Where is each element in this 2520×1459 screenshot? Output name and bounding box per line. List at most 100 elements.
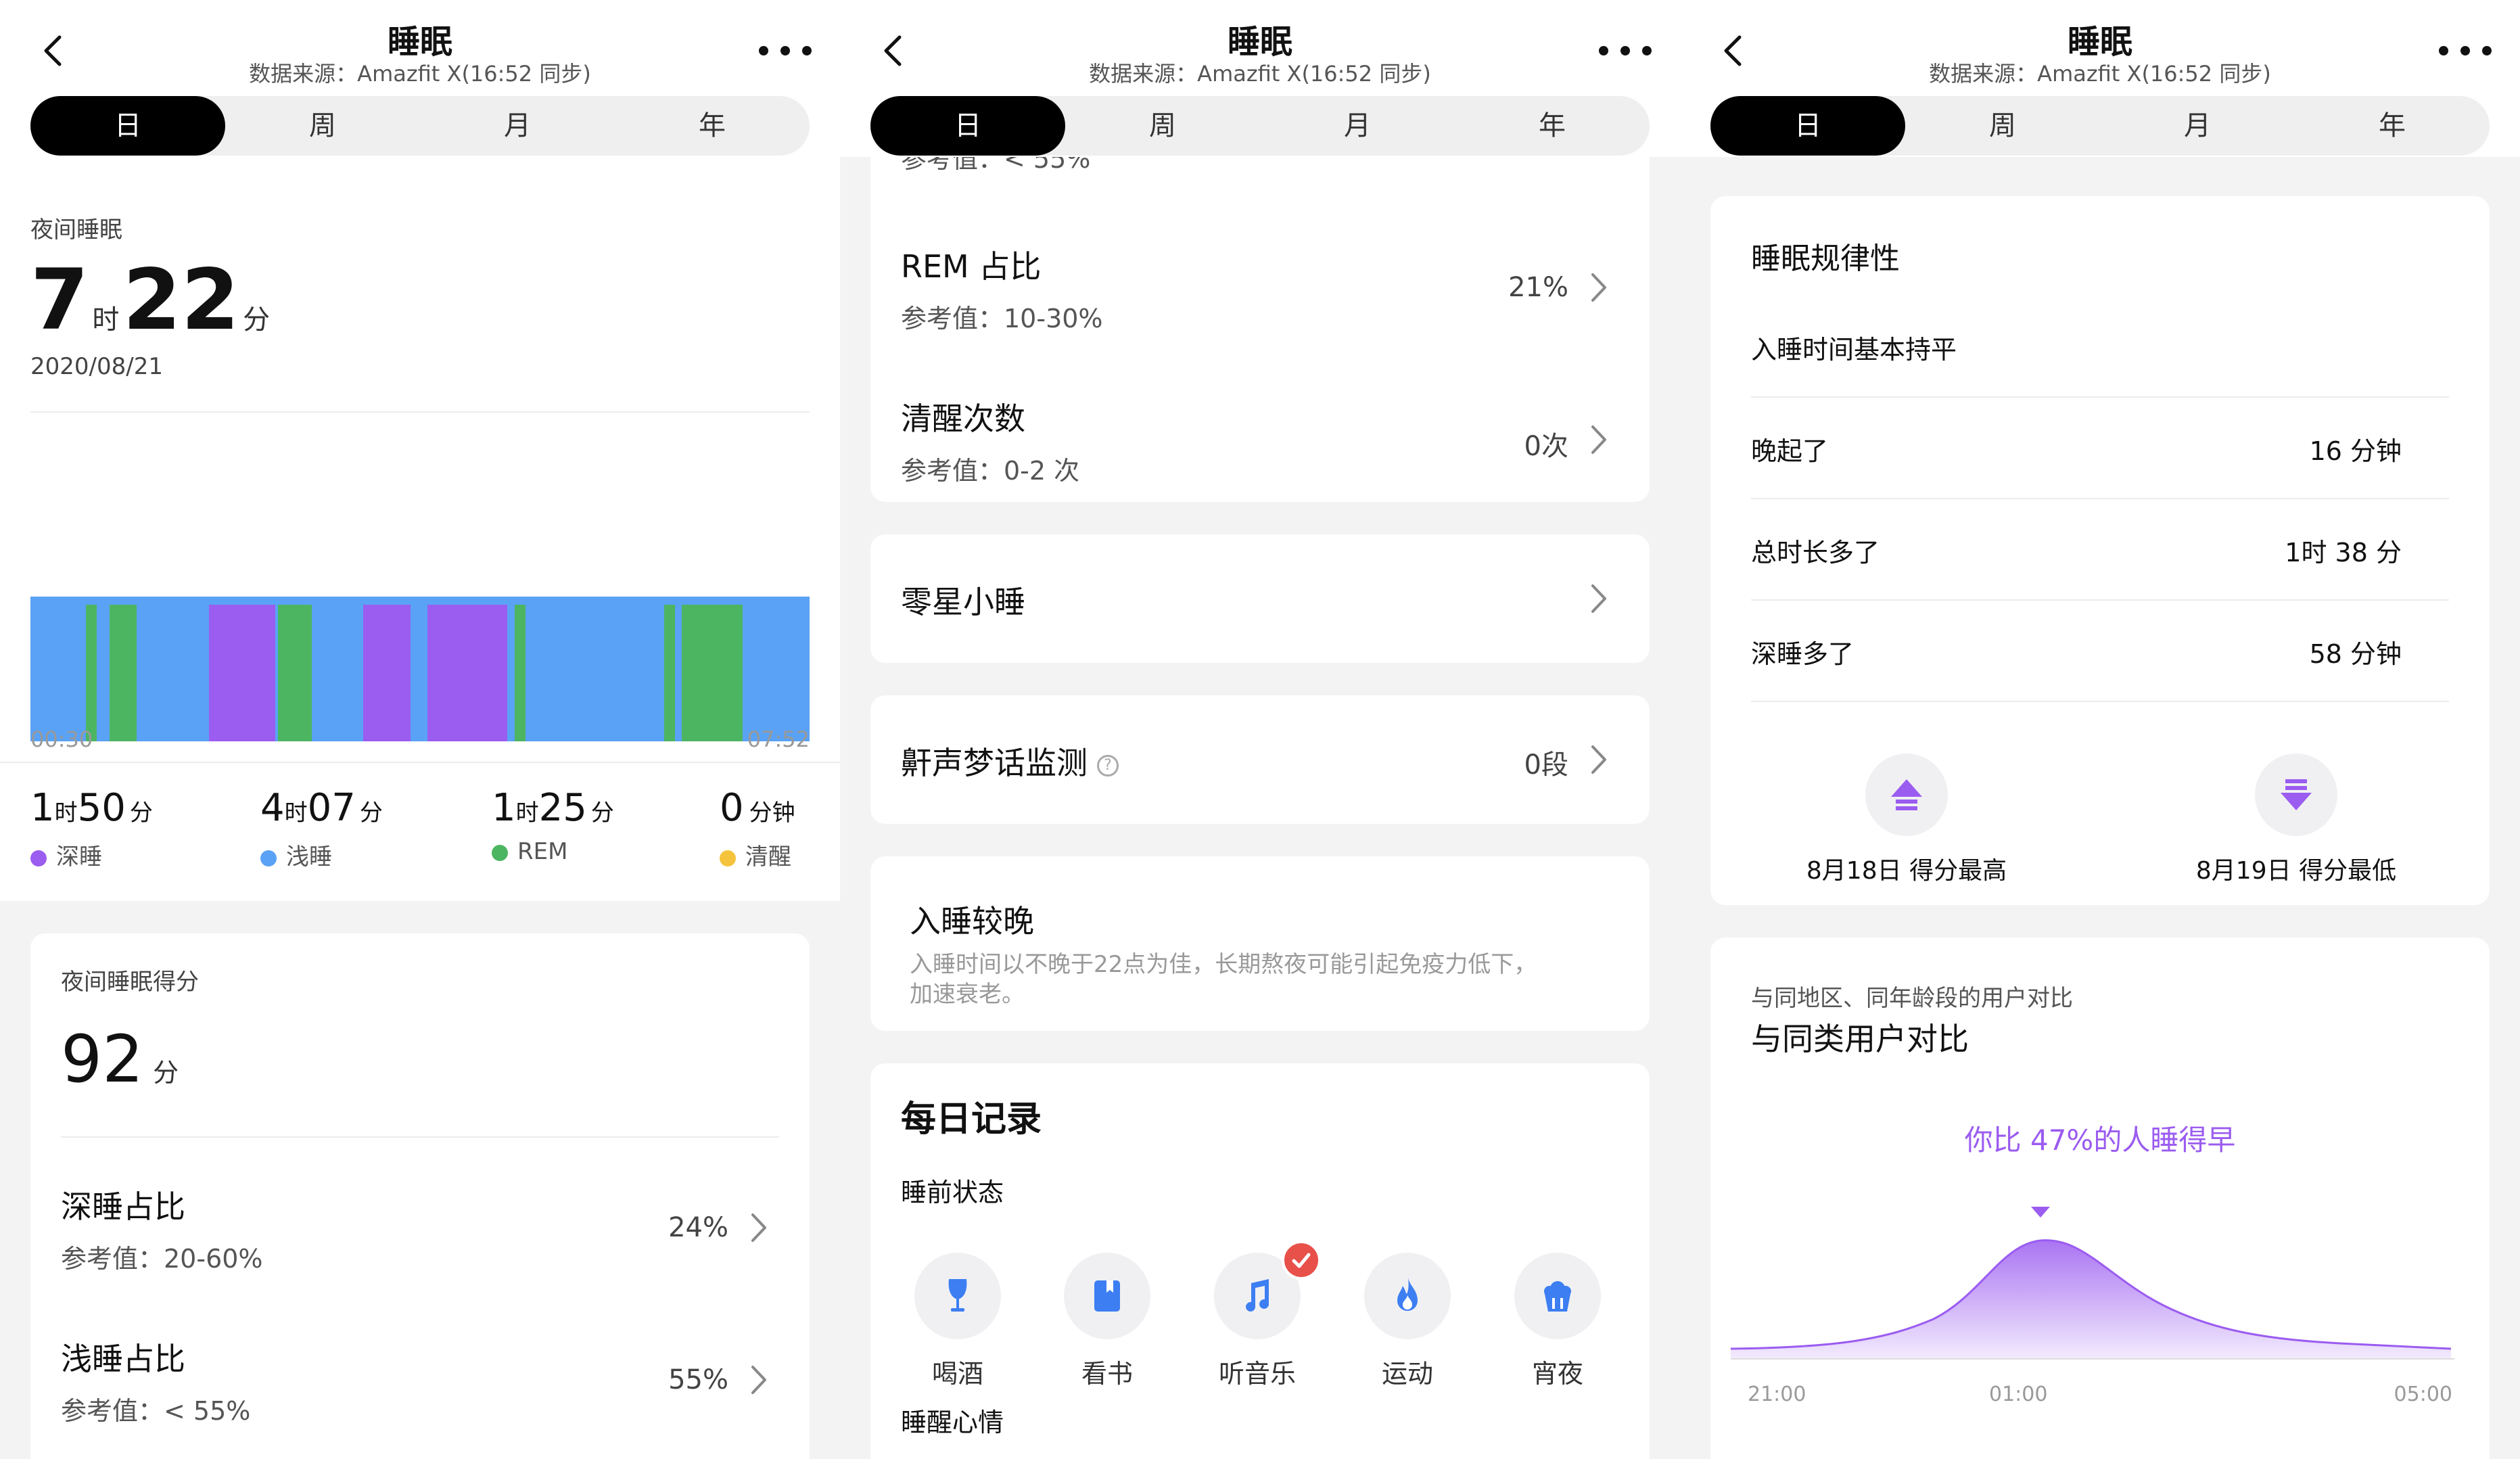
tab-week[interactable]: 周 xyxy=(1905,96,2100,156)
nap-card[interactable]: 零星小睡 xyxy=(870,534,1650,663)
stage-awake: 0 分钟 清醒 xyxy=(720,786,795,871)
chevron-right-icon xyxy=(1589,272,1609,303)
deep-sleep-bar xyxy=(209,605,275,741)
top-nav: 睡眠 数据来源：Amazfit X(16:52 同步) 日 周 月 年 xyxy=(1680,0,2520,157)
rem-bar xyxy=(515,605,526,741)
hours-unit: 时 xyxy=(92,304,120,335)
wine-icon[interactable] xyxy=(914,1253,1001,1339)
tab-month[interactable]: 月 xyxy=(1260,96,1455,156)
top-nav: 睡眠 数据来源：Amazfit X(16:52 同步) 日 周 月 年 xyxy=(0,0,840,157)
row-value: 1时 38 分 xyxy=(2285,538,2402,568)
data-source: 数据来源：Amazfit X(16:52 同步) xyxy=(1929,61,2271,87)
row-value: 24% xyxy=(668,1212,728,1243)
divider xyxy=(0,762,840,763)
awake-count-row[interactable]: 清醒次数 参考值：0-2 次 0次 xyxy=(870,369,1650,504)
best-score-label: 8月18日 得分最高 xyxy=(1806,857,2007,885)
tab-year[interactable]: 年 xyxy=(2295,96,2490,156)
more-icon[interactable] xyxy=(1599,41,1652,61)
tab-week[interactable]: 周 xyxy=(225,96,420,156)
more-icon[interactable] xyxy=(759,41,812,61)
food-icon[interactable] xyxy=(1514,1253,1601,1339)
more-icon[interactable] xyxy=(2439,41,2492,61)
chevron-right-icon xyxy=(1589,744,1609,775)
book-icon[interactable] xyxy=(1064,1253,1150,1339)
tip-desc-line2: 加速衰老。 xyxy=(910,981,1025,1008)
sleep-stage-chart xyxy=(30,597,810,741)
sleep-day-panel-regularity: 睡眠 数据来源：Amazfit X(16:52 同步) 日 周 月 年 睡眠规律… xyxy=(1680,0,2520,1459)
stage-minutes-unit: 分 xyxy=(359,800,383,827)
chevron-right-icon xyxy=(749,1364,769,1395)
deep-ratio-row[interactable]: 深睡占比 参考值：20-60% 24% xyxy=(30,1157,810,1292)
rem-bar xyxy=(664,605,675,741)
chevron-right-icon xyxy=(1589,424,1609,455)
distribution-curve-chart xyxy=(1731,1207,2454,1360)
compare-subtitle: 与同地区、同年龄段的用户对比 xyxy=(1751,985,2073,1012)
record-label: 听音乐 xyxy=(1218,1359,1296,1389)
selected-check-icon xyxy=(1282,1241,1321,1280)
axis-tick: 21:00 xyxy=(1748,1383,1806,1406)
tab-week[interactable]: 周 xyxy=(1065,96,1260,156)
chart-start-time: 00:30 xyxy=(30,726,93,752)
rem-bar xyxy=(86,605,97,741)
snore-card[interactable]: 鼾声梦话监测? 0段 xyxy=(870,695,1650,824)
sleep-date: 2020/08/21 xyxy=(30,353,163,380)
page-title: 睡眠 xyxy=(387,23,452,61)
tab-month[interactable]: 月 xyxy=(420,96,615,156)
score-unit: 分 xyxy=(153,1058,179,1088)
position-marker xyxy=(2031,1207,2050,1218)
data-source: 数据来源：Amazfit X(16:52 同步) xyxy=(1089,61,1431,87)
arrow-up-icon xyxy=(1865,754,1948,836)
chevron-right-icon xyxy=(749,1212,769,1243)
flame-icon[interactable] xyxy=(1364,1253,1451,1339)
chevron-right-icon xyxy=(1589,583,1609,614)
rem-bar xyxy=(682,605,743,741)
tab-day[interactable]: 日 xyxy=(30,96,225,156)
axis-tick: 05:00 xyxy=(2394,1383,2452,1406)
stage-hours: 4 xyxy=(260,786,285,830)
rem-ratio-row[interactable]: REM 占比 参考值：10-30% 21% xyxy=(870,216,1650,352)
daily-title: 每日记录 xyxy=(901,1099,1042,1140)
record-label: 宵夜 xyxy=(1531,1359,1583,1389)
tab-year[interactable]: 年 xyxy=(1455,96,1650,156)
period-tabs: 日 周 月 年 xyxy=(1710,96,2490,156)
row-reference: 参考值：10-30% xyxy=(901,304,1103,333)
row-title: REM 占比 xyxy=(901,248,1042,285)
divider xyxy=(1751,498,2449,499)
row-value: 0次 xyxy=(1524,431,1568,462)
nap-title: 零星小睡 xyxy=(901,584,1025,620)
deep-sleep-bar xyxy=(427,605,507,741)
pre-sleep-label: 睡前状态 xyxy=(901,1178,1004,1207)
stage-minutes: 25 xyxy=(538,786,587,830)
distribution-area xyxy=(1731,1240,2451,1360)
score-label: 夜间睡眠得分 xyxy=(61,969,199,996)
row-label: 深睡多了 xyxy=(1751,639,1854,669)
late-sleep-tip-card: 入睡较晚 入睡时间以不晚于22点为佳，长期熬夜可能引起免疫力低下， 加速衰老。 xyxy=(870,856,1650,1031)
snore-title: 鼾声梦话监测? xyxy=(901,739,1119,783)
snore-value: 0段 xyxy=(1524,749,1568,781)
compare-title: 与同类用户对比 xyxy=(1751,1021,1969,1057)
tab-month[interactable]: 月 xyxy=(2100,96,2295,156)
peer-comparison-card: 与同地区、同年龄段的用户对比 与同类用户对比 你比 47%的人睡得早 21:00… xyxy=(1710,937,2490,1459)
minutes-unit: 分 xyxy=(243,304,271,335)
regularity-title: 睡眠规律性 xyxy=(1751,241,1900,276)
arrow-down-icon xyxy=(2255,754,2337,836)
stage-hours: 1 xyxy=(492,786,516,830)
light-ratio-row[interactable]: 浅睡占比 参考值：< 55% 55% xyxy=(30,1309,810,1444)
divider xyxy=(1751,396,2449,398)
row-label: 晚起了 xyxy=(1751,436,1829,466)
duration-minutes: 22 xyxy=(122,252,240,349)
sleep-day-panel-details: 睡眠 数据来源：Amazfit X(16:52 同步) 日 周 月 年 参考值：… xyxy=(840,0,1680,1459)
sleep-summary-card: 夜间睡眠 7 时 22 分 2020/08/21 00:30 07:52 1时5… xyxy=(0,157,840,901)
data-source: 数据来源：Amazfit X(16:52 同步) xyxy=(249,61,591,87)
tab-day[interactable]: 日 xyxy=(1710,96,1905,156)
divider xyxy=(30,411,810,413)
divider xyxy=(61,1136,779,1138)
tab-day[interactable]: 日 xyxy=(870,96,1065,156)
rem-bar xyxy=(278,605,312,741)
record-label: 看书 xyxy=(1081,1359,1133,1389)
help-icon[interactable]: ? xyxy=(1097,754,1119,777)
chart-end-time: 07:52 xyxy=(747,726,810,752)
sleep-day-panel-overview: 睡眠 数据来源：Amazfit X(16:52 同步) 日 周 月 年 夜间睡眠… xyxy=(0,0,840,1459)
row-label: 总时长多了 xyxy=(1751,538,1880,568)
tab-year[interactable]: 年 xyxy=(615,96,810,156)
